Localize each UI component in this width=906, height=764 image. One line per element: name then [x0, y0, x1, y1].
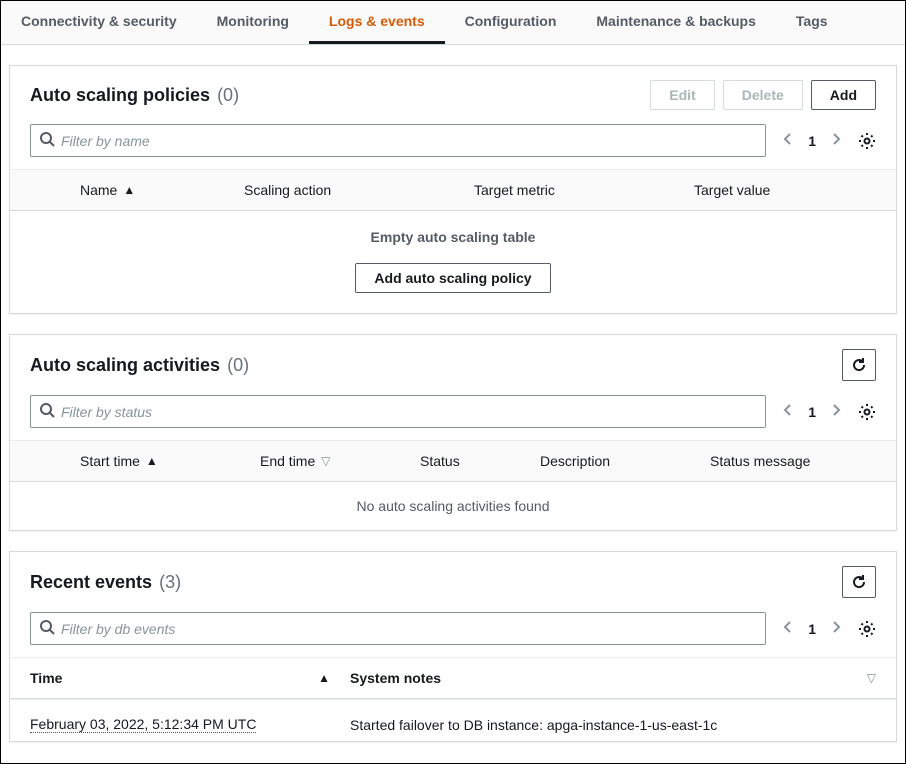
tab-tags[interactable]: Tags: [776, 1, 848, 44]
title-text: Auto scaling policies: [30, 85, 210, 105]
title-count: (0): [227, 355, 249, 375]
col-time[interactable]: Time ▲: [30, 670, 350, 686]
page-next-icon[interactable]: [830, 620, 842, 637]
settings-icon[interactable]: [858, 132, 876, 150]
refresh-button[interactable]: [842, 349, 876, 381]
pager: 1: [782, 403, 842, 420]
page-next-icon[interactable]: [830, 132, 842, 149]
search-icon: [39, 402, 55, 421]
panel-title: Auto scaling policies (0): [30, 85, 239, 106]
filter-box[interactable]: [30, 612, 766, 645]
filter-input[interactable]: [61, 133, 757, 149]
panel-auto-scaling-policies: Auto scaling policies (0) Edit Delete Ad…: [9, 65, 897, 314]
col-target-value[interactable]: Target value: [694, 182, 876, 198]
sort-none-icon: ▽: [867, 671, 876, 685]
search-icon: [39, 131, 55, 150]
table-row: February 03, 2022, 5:12:34 PM UTC Starte…: [10, 699, 896, 741]
page-prev-icon[interactable]: [782, 403, 794, 420]
col-description[interactable]: Description: [540, 453, 710, 469]
panel-title: Auto scaling activities (0): [30, 355, 249, 376]
settings-icon[interactable]: [858, 620, 876, 638]
page-prev-icon[interactable]: [782, 132, 794, 149]
tab-maintenance-backups[interactable]: Maintenance & backups: [576, 1, 776, 44]
event-time: February 03, 2022, 5:12:34 PM UTC: [30, 716, 256, 733]
pager: 1: [782, 132, 842, 149]
page-prev-icon[interactable]: [782, 620, 794, 637]
col-system-notes[interactable]: System notes ▽: [350, 670, 876, 686]
tab-connectivity-security[interactable]: Connectivity & security: [1, 1, 197, 44]
search-icon: [39, 619, 55, 638]
panel-auto-scaling-activities: Auto scaling activities (0) 1: [9, 334, 897, 531]
empty-text: No auto scaling activities found: [10, 482, 896, 530]
tab-configuration[interactable]: Configuration: [445, 1, 577, 44]
pager: 1: [782, 620, 842, 637]
col-status[interactable]: Status: [420, 453, 540, 469]
col-scaling-action[interactable]: Scaling action: [244, 182, 474, 198]
panel-title: Recent events (3): [30, 572, 181, 593]
title-count: (3): [159, 572, 181, 592]
page-next-icon[interactable]: [830, 403, 842, 420]
sort-none-icon: ▽: [321, 454, 330, 468]
empty-text: Empty auto scaling table: [10, 211, 896, 263]
col-status-message[interactable]: Status message: [710, 453, 876, 469]
filter-box[interactable]: [30, 395, 766, 428]
filter-box[interactable]: [30, 124, 766, 157]
refresh-button[interactable]: [842, 566, 876, 598]
title-text: Recent events: [30, 572, 152, 592]
tab-monitoring[interactable]: Monitoring: [197, 1, 309, 44]
sort-asc-icon: ▲: [146, 454, 158, 468]
tabs-bar: Connectivity & security Monitoring Logs …: [1, 1, 905, 45]
sort-asc-icon: ▲: [318, 671, 330, 685]
col-target-metric[interactable]: Target metric: [474, 182, 694, 198]
add-button[interactable]: Add: [811, 80, 876, 110]
tab-logs-events[interactable]: Logs & events: [309, 1, 445, 44]
col-end-time[interactable]: End time ▽: [260, 453, 420, 469]
sort-asc-icon: ▲: [123, 183, 135, 197]
title-count: (0): [217, 85, 239, 105]
filter-input[interactable]: [61, 404, 757, 420]
refresh-icon: [851, 574, 867, 590]
settings-icon[interactable]: [858, 403, 876, 421]
panel-recent-events: Recent events (3) 1: [9, 551, 897, 742]
col-start-time[interactable]: Start time ▲: [80, 453, 260, 469]
col-name[interactable]: Name ▲: [80, 182, 244, 198]
page-number: 1: [808, 621, 816, 637]
event-notes: Started failover to DB instance: apga-in…: [350, 717, 717, 733]
edit-button[interactable]: Edit: [650, 80, 714, 110]
title-text: Auto scaling activities: [30, 355, 220, 375]
refresh-icon: [851, 357, 867, 373]
add-auto-scaling-policy-button[interactable]: Add auto scaling policy: [355, 263, 550, 293]
page-number: 1: [808, 133, 816, 149]
page-number: 1: [808, 404, 816, 420]
delete-button[interactable]: Delete: [723, 80, 803, 110]
filter-input[interactable]: [61, 621, 757, 637]
